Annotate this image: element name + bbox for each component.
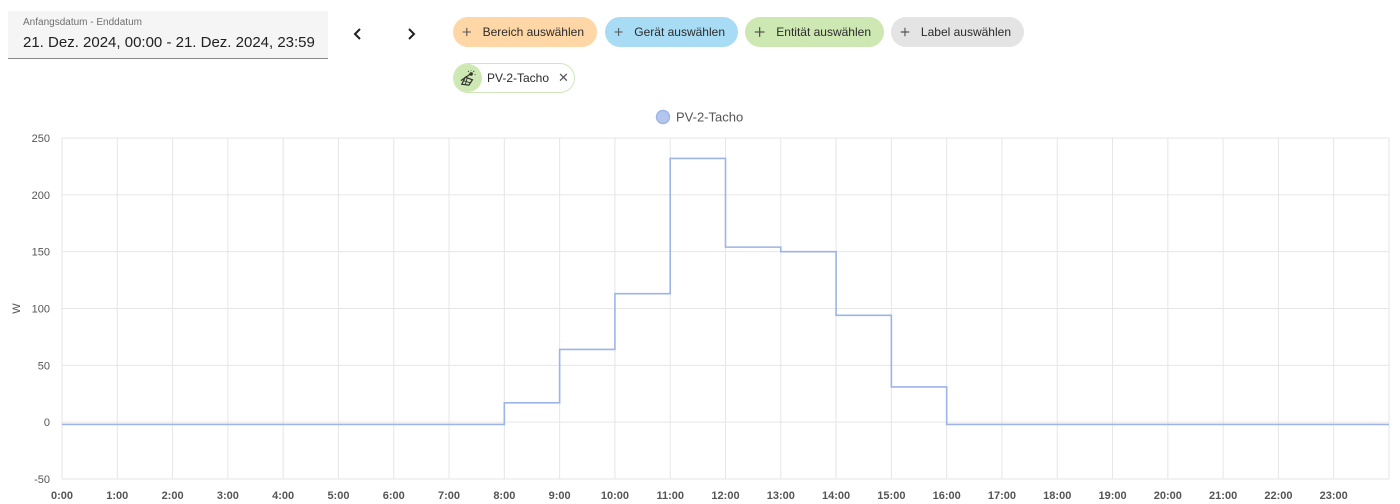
select-device-chip[interactable]: Gerät auswählen — [605, 17, 738, 47]
legend-marker — [655, 109, 671, 125]
chevron-left-icon — [353, 28, 361, 40]
select-area-chip[interactable]: Bereich auswählen — [453, 17, 597, 47]
y-tick-label: 50 — [38, 360, 50, 372]
history-chart: -50 0 50 100 150 200 250 0:00 1:00 2:00 3:00 4:00 5:… — [11, 109, 1390, 502]
x-tick-label: 1:00 — [106, 490, 128, 502]
x-tick-label: 2:00 — [162, 490, 184, 502]
x-tick-label: 0:00 — [51, 490, 73, 502]
x-tick-label: 5:00 — [327, 490, 349, 502]
y-tick-label: 150 — [32, 247, 50, 259]
select-label-chip[interactable]: Label auswählen — [891, 17, 1024, 47]
x-tick-label: 21:00 — [1209, 490, 1237, 502]
plus-icon — [900, 27, 910, 37]
legend-label: PV-2-Tacho — [676, 110, 743, 125]
select-label-label: Label auswählen — [920, 25, 1011, 39]
x-tick-label: 23:00 — [1320, 490, 1348, 502]
solar-power-icon — [454, 64, 482, 92]
x-tick-label: 19:00 — [1098, 490, 1126, 502]
x-tick-label: 18:00 — [1043, 490, 1071, 502]
date-range-value: 21. Dez. 2024, 00:00 - 21. Dez. 2024, 23… — [23, 34, 315, 51]
select-area-label: Bereich auswählen — [482, 25, 584, 39]
x-tick-label: 9:00 — [549, 490, 571, 502]
select-entity-label: Entität auswählen — [776, 25, 871, 39]
x-tick-label: 7:00 — [438, 490, 460, 502]
chevron-right-icon — [408, 28, 416, 40]
plus-icon — [462, 27, 471, 37]
selected-entity-chip[interactable]: PV-2-Tacho ✕ — [453, 63, 575, 93]
x-tick-label: 6:00 — [383, 490, 405, 502]
x-tick-label: 20:00 — [1154, 490, 1182, 502]
x-tick-label: 4:00 — [272, 490, 294, 502]
x-tick-label: 8:00 — [493, 490, 515, 502]
x-tick-label: 10:00 — [601, 490, 629, 502]
x-tick-label: 16:00 — [933, 490, 961, 502]
selected-entity-name: PV-2-Tacho — [487, 71, 550, 85]
date-range-picker[interactable]: Anfangsdatum - Enddatum 21. Dez. 2024, 0… — [8, 11, 328, 59]
x-tick-label: 22:00 — [1264, 490, 1292, 502]
y-tick-label: 100 — [32, 304, 50, 316]
x-tick-label: 3:00 — [217, 490, 239, 502]
y-axis-label: W — [11, 303, 23, 314]
x-tick-label: 12:00 — [711, 490, 739, 502]
x-tick-label: 11:00 — [656, 490, 684, 502]
x-tick-label: 13:00 — [767, 490, 795, 502]
select-entity-chip[interactable]: Entität auswählen — [745, 17, 884, 47]
date-range-label: Anfangsdatum - Enddatum — [23, 17, 142, 28]
y-tick-label: 250 — [32, 133, 50, 145]
y-tick-label: -50 — [34, 474, 50, 486]
x-tick-label: 14:00 — [822, 490, 850, 502]
select-device-label: Gerät auswählen — [634, 25, 725, 39]
y-tick-label: 200 — [32, 190, 50, 202]
plus-icon — [614, 28, 623, 36]
x-tick-label: 17:00 — [988, 490, 1016, 502]
remove-entity-icon[interactable]: ✕ — [558, 70, 569, 86]
previous-period-button[interactable] — [341, 17, 375, 51]
y-tick-label: 0 — [44, 417, 50, 429]
plus-icon — [754, 27, 765, 37]
x-tick-label: 15:00 — [877, 490, 905, 502]
next-period-button[interactable] — [394, 17, 428, 51]
